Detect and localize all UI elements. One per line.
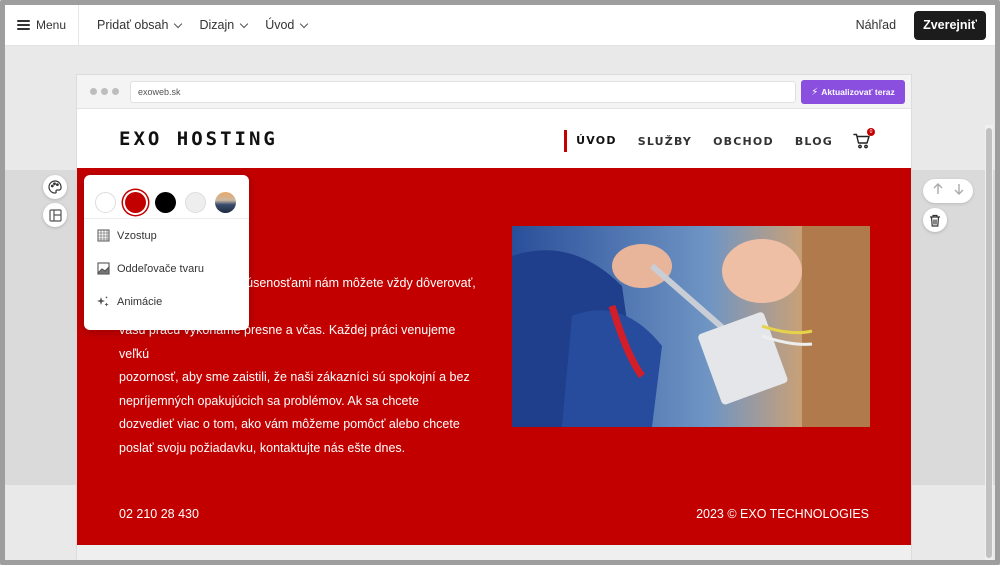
sparkle-icon — [96, 295, 110, 309]
site-header[interactable]: EXO HOSTING ÚVOD SLUŽBY OBCHOD BLOG 0 — [77, 109, 911, 168]
palette-tool-button[interactable] — [43, 175, 67, 199]
palette-icon — [48, 180, 62, 194]
url-field: exoweb.sk — [130, 81, 796, 103]
pattern-icon — [96, 229, 110, 243]
menu-button[interactable]: Menu — [5, 5, 80, 46]
body-line: pozornosť, aby sme zaistili, že naši zák… — [119, 370, 470, 384]
browser-bar: exoweb.sk ⚡ Aktualizovať teraz — [77, 75, 911, 109]
add-content-label: Pridať obsah — [97, 18, 169, 32]
swatch-black[interactable] — [155, 191, 176, 213]
canvas-scrollbar[interactable] — [985, 125, 993, 560]
lightning-icon: ⚡ — [811, 86, 819, 98]
pattern-label: Vzostup — [117, 229, 157, 242]
upgrade-label: Aktualizovať teraz — [821, 87, 895, 97]
preview-button[interactable]: Náhľad — [856, 18, 896, 32]
nav-item-shop[interactable]: OBCHOD — [713, 135, 774, 148]
chevron-down-icon — [174, 19, 183, 28]
trash-icon — [930, 214, 940, 227]
swatch-light-gray[interactable] — [185, 191, 206, 213]
publish-button[interactable]: Zverejniť — [914, 10, 986, 40]
body-line: nepríjemných opakujúcich sa problémov. A… — [119, 393, 419, 408]
body-line: dozvedieť viac o tom, ako vám môžeme pom… — [119, 417, 460, 431]
swatch-image-gradient[interactable] — [215, 191, 236, 213]
menu-item-pattern[interactable]: Vzostup — [84, 219, 249, 252]
design-label: Dizajn — [199, 18, 235, 32]
chevron-down-icon — [300, 19, 309, 28]
editor-toolbar: Menu Pridať obsah Dizajn Úvod Náhľad Zve… — [5, 5, 995, 46]
footer-copyright[interactable]: 2023 © EXO TECHNOLOGIES — [696, 507, 869, 521]
menu-label: Menu — [36, 18, 67, 32]
page-label: Úvod — [265, 18, 295, 32]
layout-icon — [48, 208, 62, 222]
add-content-dropdown[interactable]: Pridať obsah — [97, 18, 183, 32]
site-logo[interactable]: EXO HOSTING — [119, 128, 278, 150]
menu-item-animations[interactable]: Animácie — [84, 285, 249, 318]
scrollbar-thumb[interactable] — [986, 128, 992, 558]
chevron-down-icon — [239, 19, 249, 28]
nav-item-home[interactable]: ÚVOD — [564, 130, 617, 152]
nav-item-blog[interactable]: BLOG — [795, 135, 833, 148]
upgrade-button[interactable]: ⚡ Aktualizovať teraz — [801, 80, 905, 104]
move-down-icon[interactable] — [953, 182, 965, 200]
nav-item-services[interactable]: SLUŽBY — [638, 135, 692, 148]
body-line: poslať svoju požiadavku, kontaktujte nás… — [119, 440, 406, 455]
shape-dividers-label: Oddeľovače tvaru — [117, 262, 204, 275]
section-style-popover: Vzostup Oddeľovače tvaru Animácie — [84, 175, 249, 330]
delete-section-button[interactable] — [923, 208, 947, 232]
menu-item-shape-dividers[interactable]: Oddeľovače tvaru — [84, 252, 249, 285]
electrician-photo[interactable] — [512, 226, 870, 427]
swatch-white[interactable] — [95, 191, 116, 213]
animations-label: Animácie — [117, 295, 163, 308]
layout-tool-button[interactable] — [43, 203, 67, 227]
cart-count-badge: 0 — [867, 128, 875, 136]
shape-divider-icon — [96, 262, 110, 276]
app-window: Menu Pridať obsah Dizajn Úvod Náhľad Zve… — [0, 0, 1000, 565]
footer-phone[interactable]: 02 210 28 430 — [119, 507, 199, 521]
hamburger-icon — [17, 20, 30, 30]
window-dots — [90, 88, 119, 95]
move-up-icon[interactable] — [932, 182, 944, 200]
background-color-swatches — [84, 175, 249, 219]
swatch-red[interactable] — [125, 191, 146, 213]
design-dropdown[interactable]: Dizajn — [199, 18, 249, 32]
next-section-strip — [77, 545, 911, 560]
page-dropdown[interactable]: Úvod — [265, 18, 309, 32]
site-nav: ÚVOD SLUŽBY OBCHOD BLOG 0 — [564, 128, 875, 152]
cart-icon[interactable]: 0 — [853, 128, 875, 149]
move-section-controls — [923, 179, 973, 203]
